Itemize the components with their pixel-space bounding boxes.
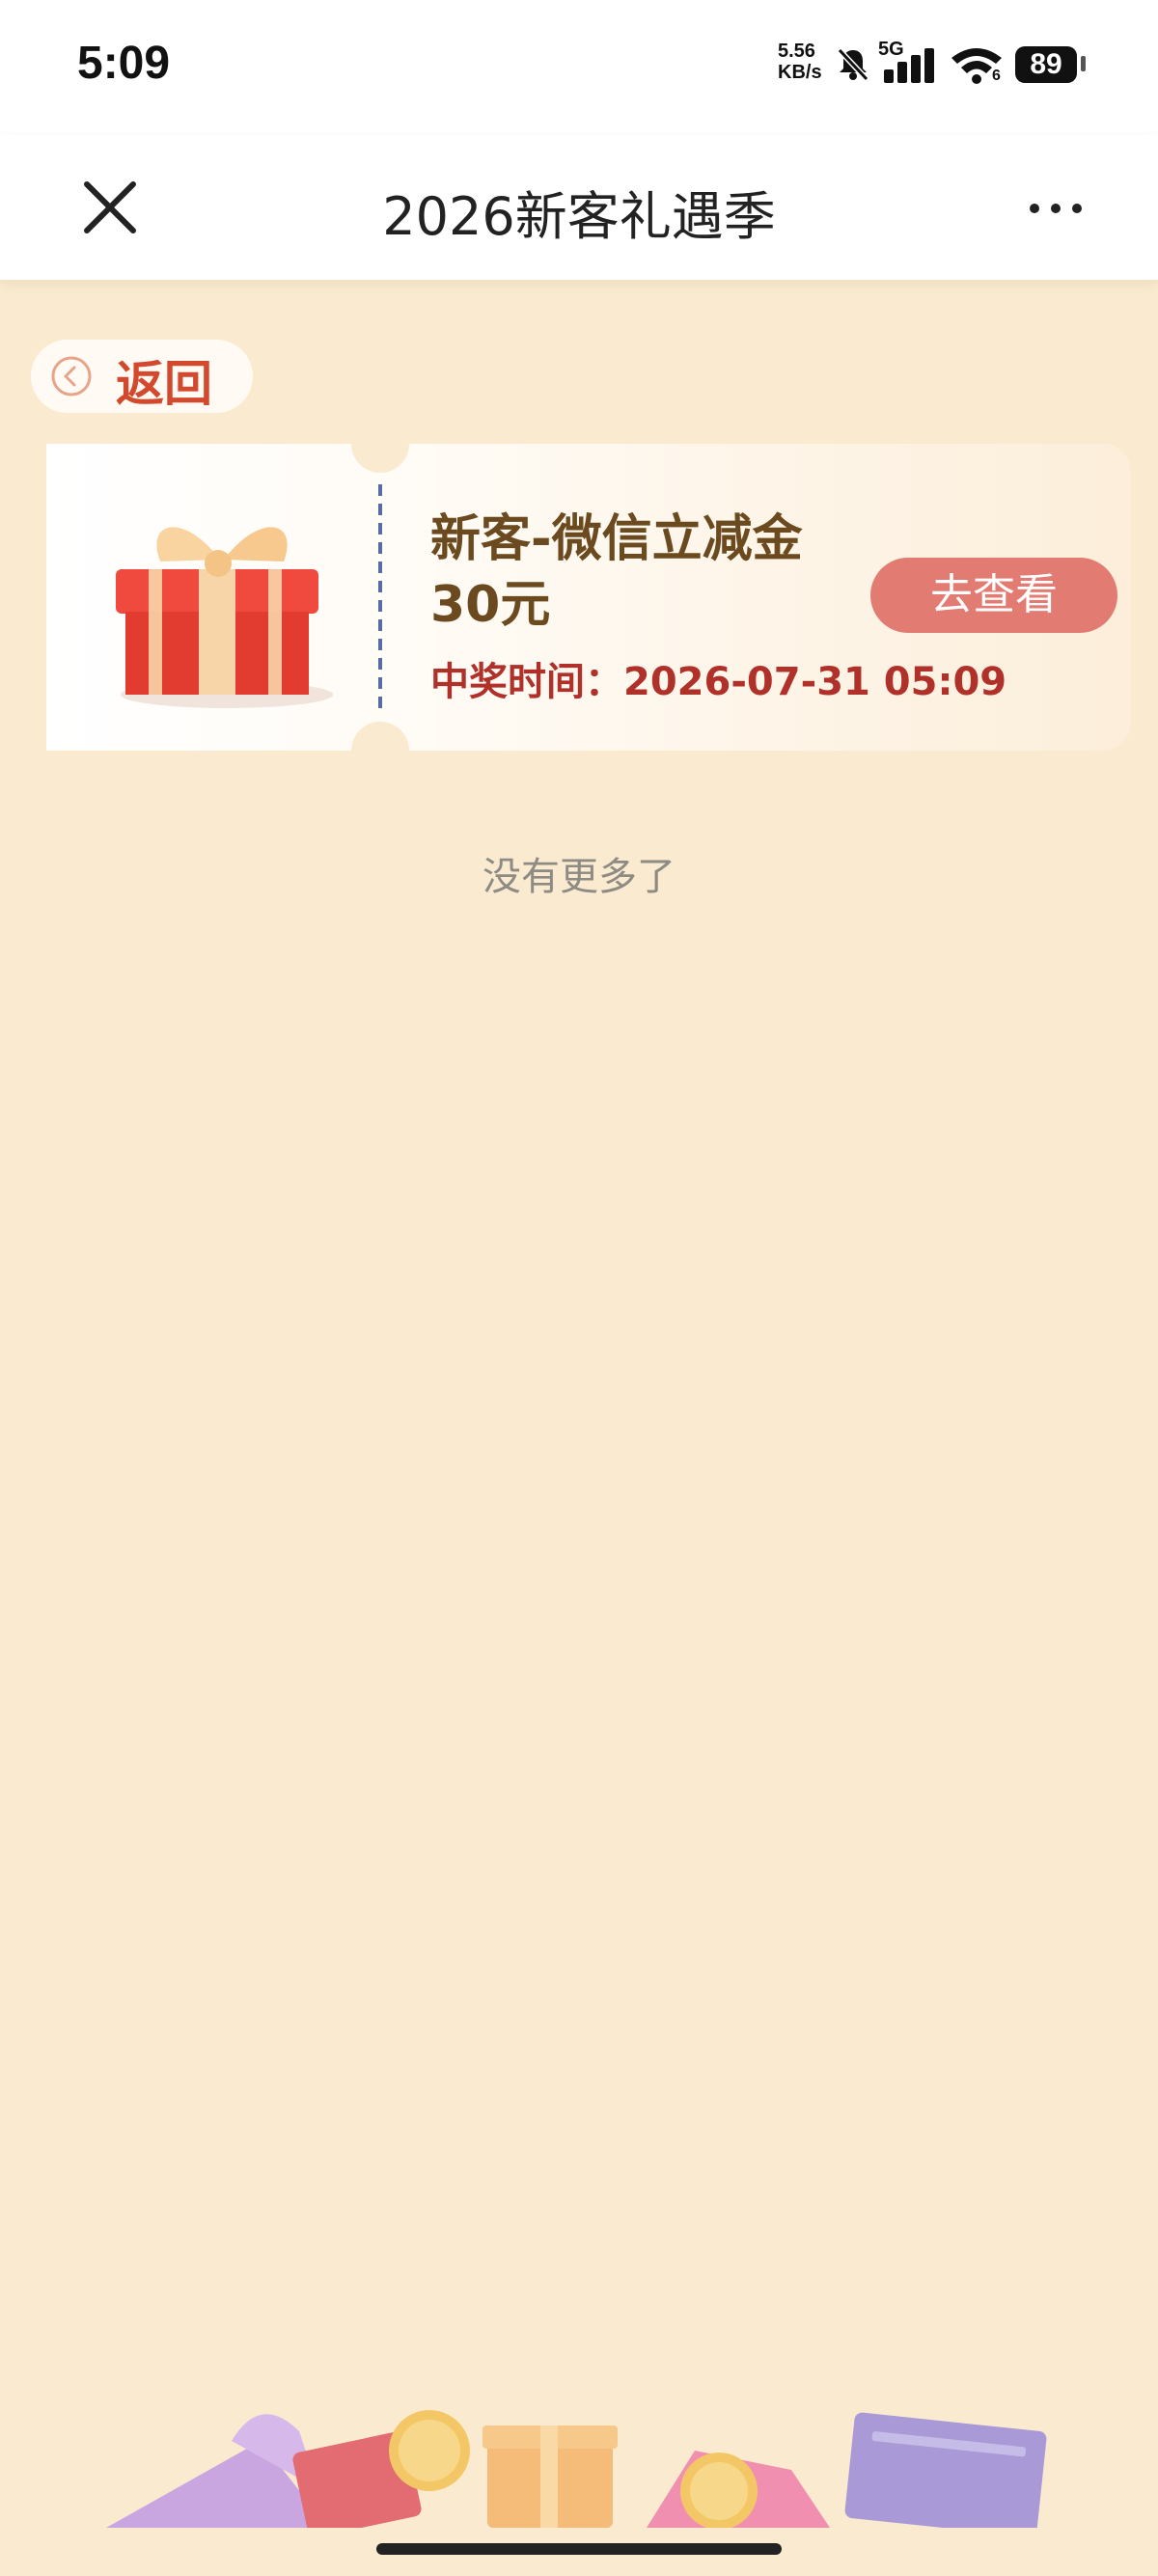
gift-box-icon: [116, 527, 333, 708]
gifts-decoration-illustration: [106, 2410, 1047, 2528]
network-speed-value: 5.56: [778, 41, 815, 62]
signal-icon: [884, 48, 934, 83]
nav-bar: 2026新客礼遇季: [0, 135, 1158, 280]
page-title: 2026新客礼遇季: [382, 186, 776, 247]
home-indicator[interactable]: [376, 2543, 782, 2555]
wifi-sub-label: 6: [992, 68, 1001, 84]
prize-amount: 30元: [430, 576, 551, 634]
chevron-left-circle-icon: [51, 356, 92, 397]
back-label: 返回: [116, 356, 212, 412]
network-speed-unit: KB/s: [778, 62, 822, 83]
status-bar: 5:09 5.56 KB/s 5G 6 89: [0, 0, 1158, 135]
back-button[interactable]: 返回: [31, 340, 253, 413]
more-icon[interactable]: [1027, 191, 1085, 226]
win-time: 中奖时间：2026-07-31 05:09: [430, 660, 1007, 704]
status-time: 5:09: [77, 38, 171, 89]
battery-tip: [1081, 56, 1086, 71]
prize-name: 新客-微信立减金: [430, 510, 803, 568]
network-speed: 5.56 KB/s: [778, 41, 830, 83]
battery-icon: 89: [1015, 46, 1077, 83]
prize-card: 新客-微信立减金 30元 中奖时间：2026-07-31 05:09 去查看: [27, 444, 1131, 751]
list-end-text: 没有更多了: [482, 855, 676, 899]
mute-bell-icon: [837, 47, 869, 82]
view-prize-button[interactable]: 去查看: [870, 558, 1117, 633]
